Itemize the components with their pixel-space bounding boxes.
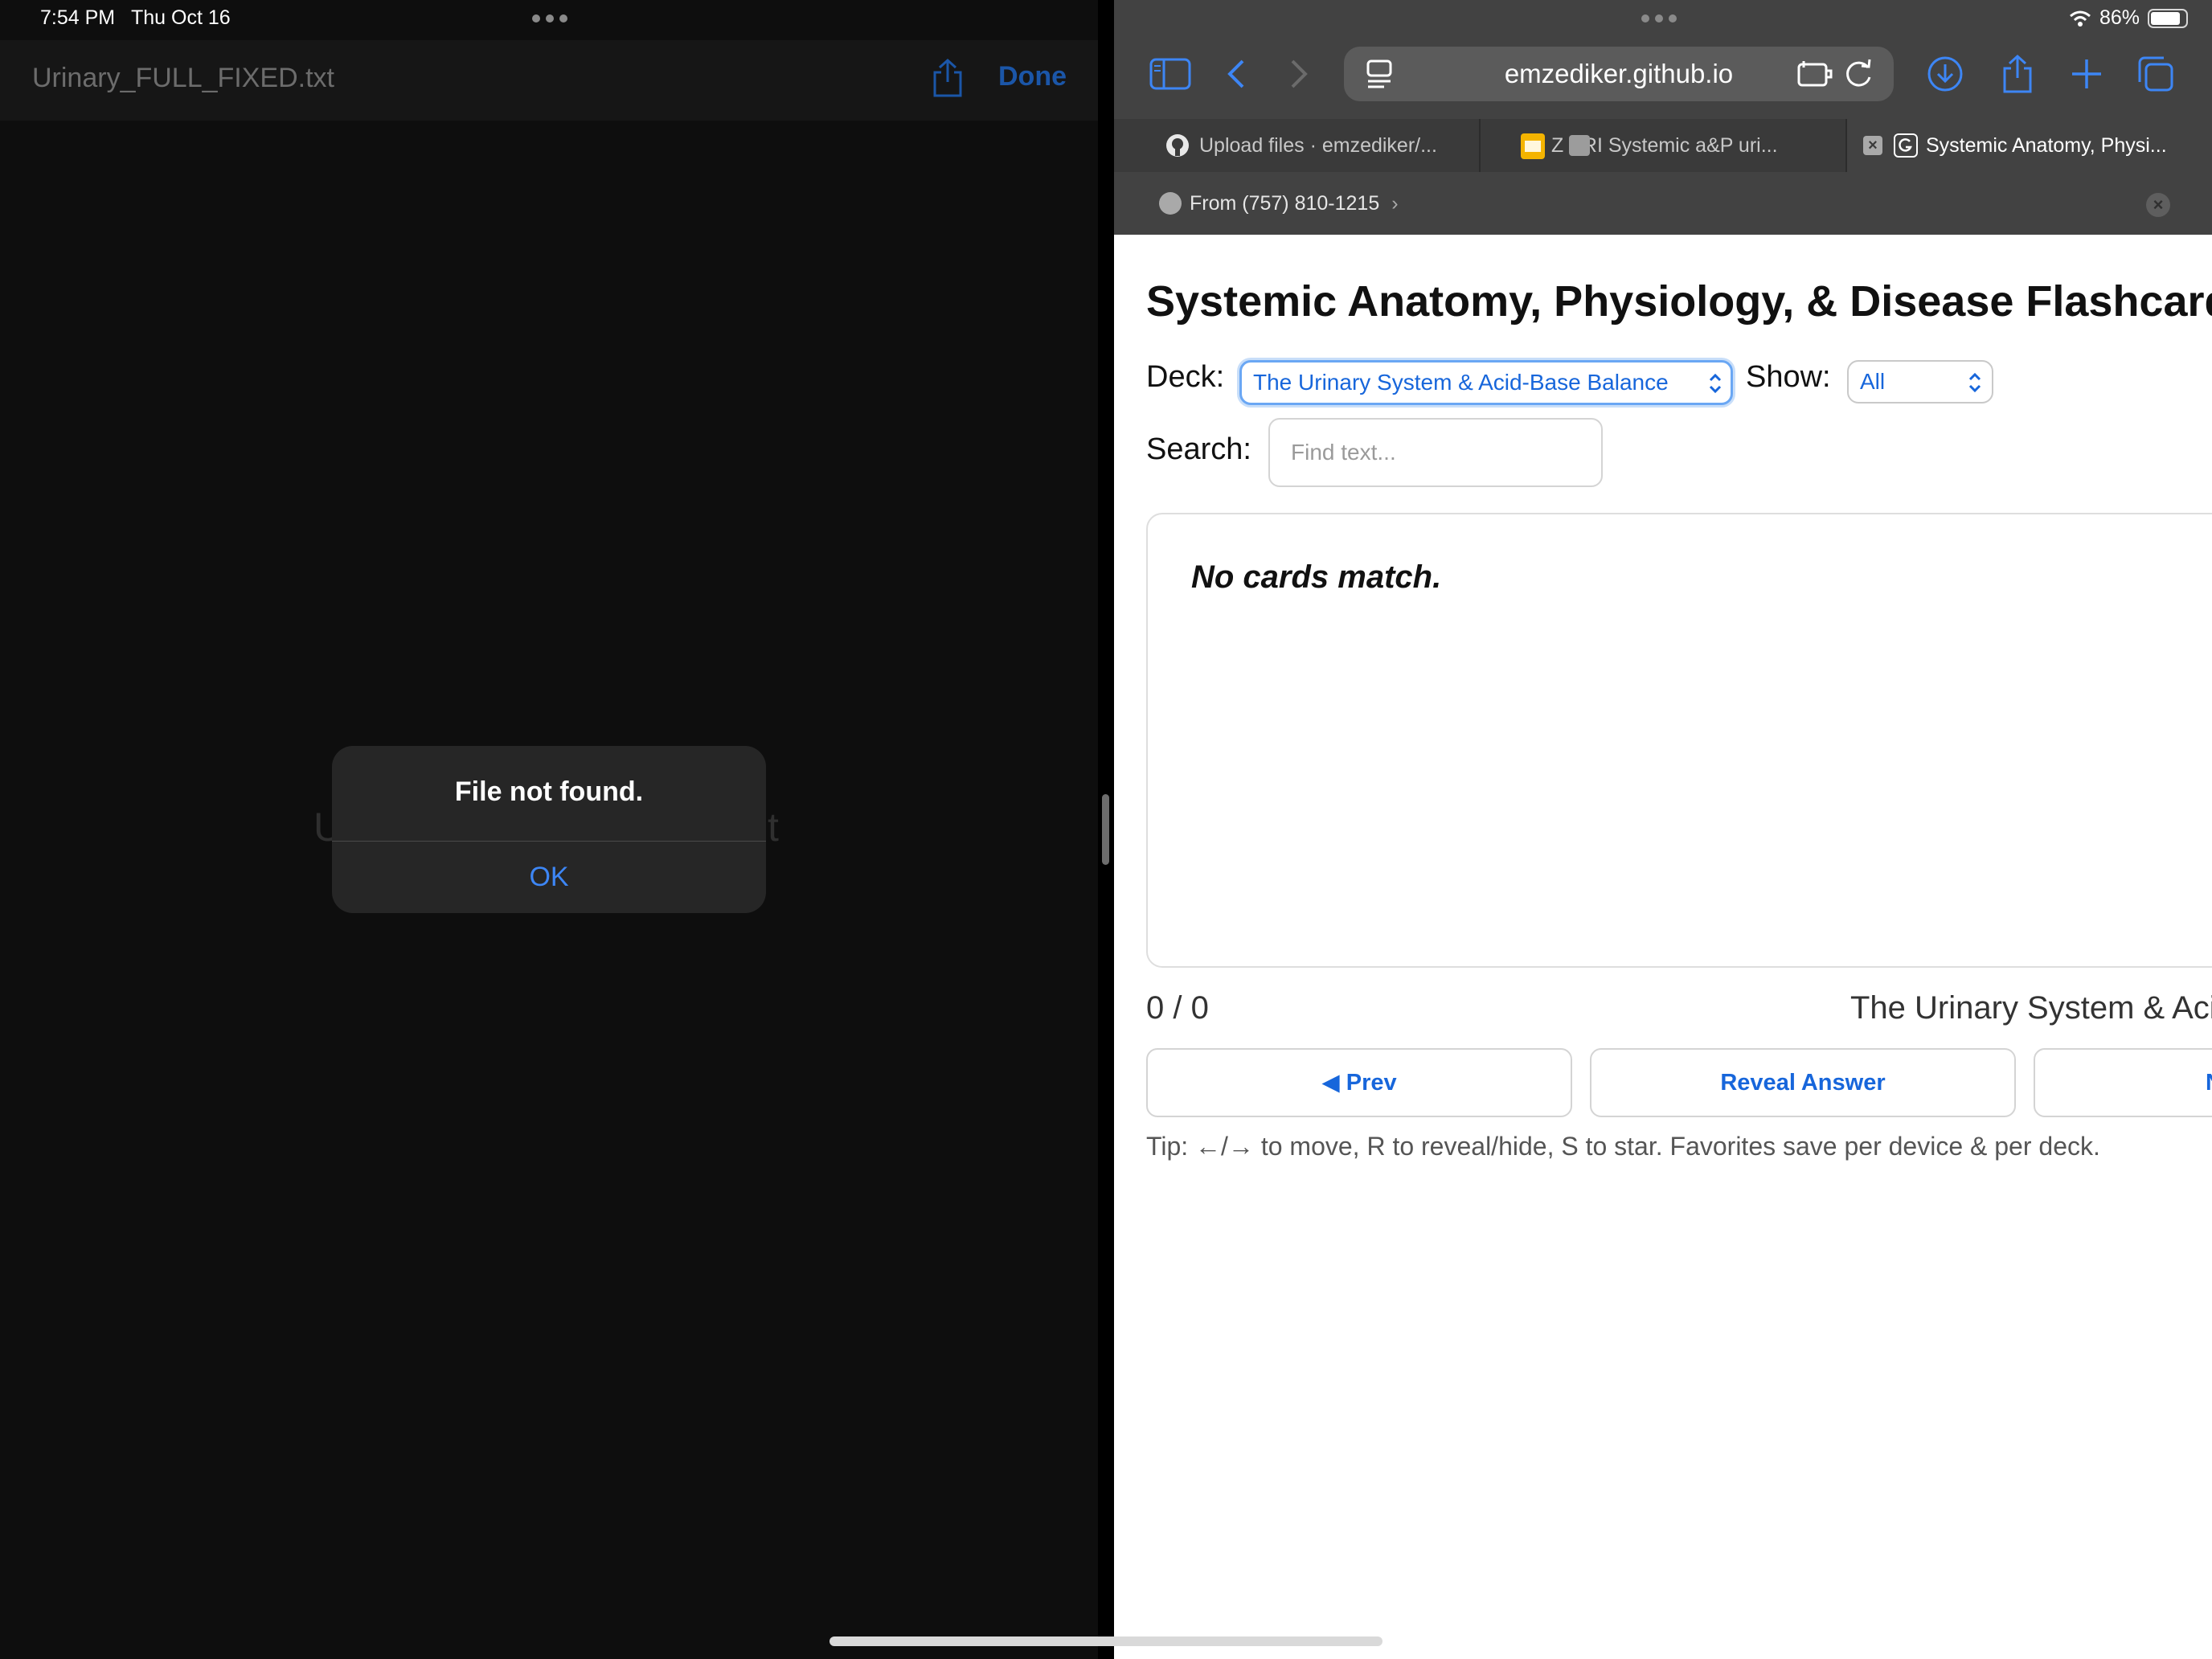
done-button[interactable]: Done xyxy=(998,61,1067,92)
search-input[interactable] xyxy=(1268,418,1603,487)
share-icon[interactable] xyxy=(931,58,965,98)
close-icon[interactable]: × xyxy=(2146,193,2170,217)
status-time: 7:54 PM xyxy=(40,6,116,29)
slides-icon xyxy=(1521,133,1545,159)
search-label: Search: xyxy=(1146,432,1251,466)
show-label: Show: xyxy=(1746,360,1831,394)
status-bar: 7:54 PM Thu Oct 16 xyxy=(0,0,1098,40)
tab-label: Systemic Anatomy, Physi... xyxy=(1926,134,2167,157)
address-bar[interactable]: emzediker.github.io xyxy=(1344,47,1894,101)
back-icon[interactable] xyxy=(1212,50,1260,98)
deck-select-value: The Urinary System & Acid-Base Balance xyxy=(1253,370,1669,395)
multitask-menu-icon[interactable] xyxy=(532,14,567,23)
chevron-updown-icon xyxy=(1709,373,1722,394)
empty-state-message: No cards match. xyxy=(1191,559,1442,595)
safari-chrome: 86% emzediker.github.io Upload files · e… xyxy=(1114,0,2212,235)
wifi-icon xyxy=(2069,10,2091,27)
page-title: Systemic Anatomy, Physiology, & Disease … xyxy=(1146,277,2212,326)
prev-button[interactable]: ◀ Prev xyxy=(1146,1048,1572,1117)
multitask-menu-icon[interactable] xyxy=(1641,14,1677,23)
tab-bar: Upload files · emzediker/... Z BRI Syste… xyxy=(1114,119,2212,172)
contact-avatar-icon xyxy=(1159,192,1182,215)
tab-label: Upload files · emzediker/... xyxy=(1199,134,1437,157)
split-view-handle[interactable] xyxy=(1102,794,1109,865)
flashcard[interactable]: No cards match. xyxy=(1146,513,2212,968)
new-tab-icon[interactable] xyxy=(2062,50,2111,98)
card-counter: 0 / 0 xyxy=(1146,990,1209,1026)
from-sender: From (757) 810-1215 xyxy=(1190,192,1380,215)
tab-bri-systemic[interactable]: Z BRI Systemic a&P uri... xyxy=(1481,119,1845,172)
chevron-updown-icon xyxy=(1968,372,1981,393)
file-title: Urinary_FULL_FIXED.txt xyxy=(32,63,334,93)
alert-title: File not found. xyxy=(454,776,644,807)
show-select-value: All xyxy=(1860,369,1886,394)
keyboard-tip: Tip: ←/→ to move, R to reveal/hide, S to… xyxy=(1146,1132,2100,1161)
deck-label: Deck: xyxy=(1146,360,1225,394)
battery-level xyxy=(2151,11,2181,25)
tab-overview-icon[interactable] xyxy=(2132,50,2180,98)
extensions-icon[interactable] xyxy=(1797,59,1833,88)
chevron-right-icon: › xyxy=(1391,192,1399,215)
deck-caption: The Urinary System & Acid-Base Balance xyxy=(1850,990,2212,1026)
deck-select[interactable]: The Urinary System & Acid-Base Balance xyxy=(1239,360,1733,405)
tab-systemic-anatomy[interactable]: × Systemic Anatomy, Physi... xyxy=(1847,119,2212,172)
document-placeholder-text-end: t xyxy=(768,805,779,850)
error-alert: File not found. OK xyxy=(332,746,766,913)
shared-with-you-bar[interactable]: From (757) 810-1215 › × xyxy=(1114,172,2212,235)
web-page: Systemic Anatomy, Physiology, & Disease … xyxy=(1114,235,2212,1659)
show-select[interactable]: All xyxy=(1847,360,1993,403)
status-icons: 86% xyxy=(2069,6,2188,30)
status-date: Thu Oct 16 xyxy=(131,6,231,29)
home-indicator[interactable] xyxy=(830,1636,1382,1646)
alert-ok-button[interactable]: OK xyxy=(332,842,766,913)
tab-upload-files[interactable]: Upload files · emzediker/... xyxy=(1114,119,1479,172)
redacted-block xyxy=(1569,135,1590,156)
close-tab-icon[interactable]: × xyxy=(1863,136,1882,155)
downloads-icon[interactable] xyxy=(1921,50,1969,98)
safari-pane: 86% emzediker.github.io Upload files · e… xyxy=(1114,0,2212,1659)
file-viewer-pane: 7:54 PM Thu Oct 16 Urinary_FULL_FIXED.tx… xyxy=(0,0,1098,1659)
github-icon xyxy=(1166,134,1189,157)
battery-percent: 86% xyxy=(2099,6,2140,29)
file-nav-bar: Urinary_FULL_FIXED.txt Done xyxy=(0,40,1098,121)
reload-icon[interactable] xyxy=(1844,58,1874,90)
share-icon[interactable] xyxy=(1993,50,2042,98)
battery-icon xyxy=(2148,8,2188,28)
safari-toolbar: emzediker.github.io xyxy=(1114,42,2212,106)
sidebar-icon[interactable] xyxy=(1146,50,1194,98)
next-button[interactable]: Next ▶ xyxy=(2034,1048,2212,1117)
forward-icon[interactable] xyxy=(1275,50,1323,98)
g-favicon-icon xyxy=(1894,133,1918,158)
reveal-answer-button[interactable]: Reveal Answer xyxy=(1590,1048,2016,1117)
